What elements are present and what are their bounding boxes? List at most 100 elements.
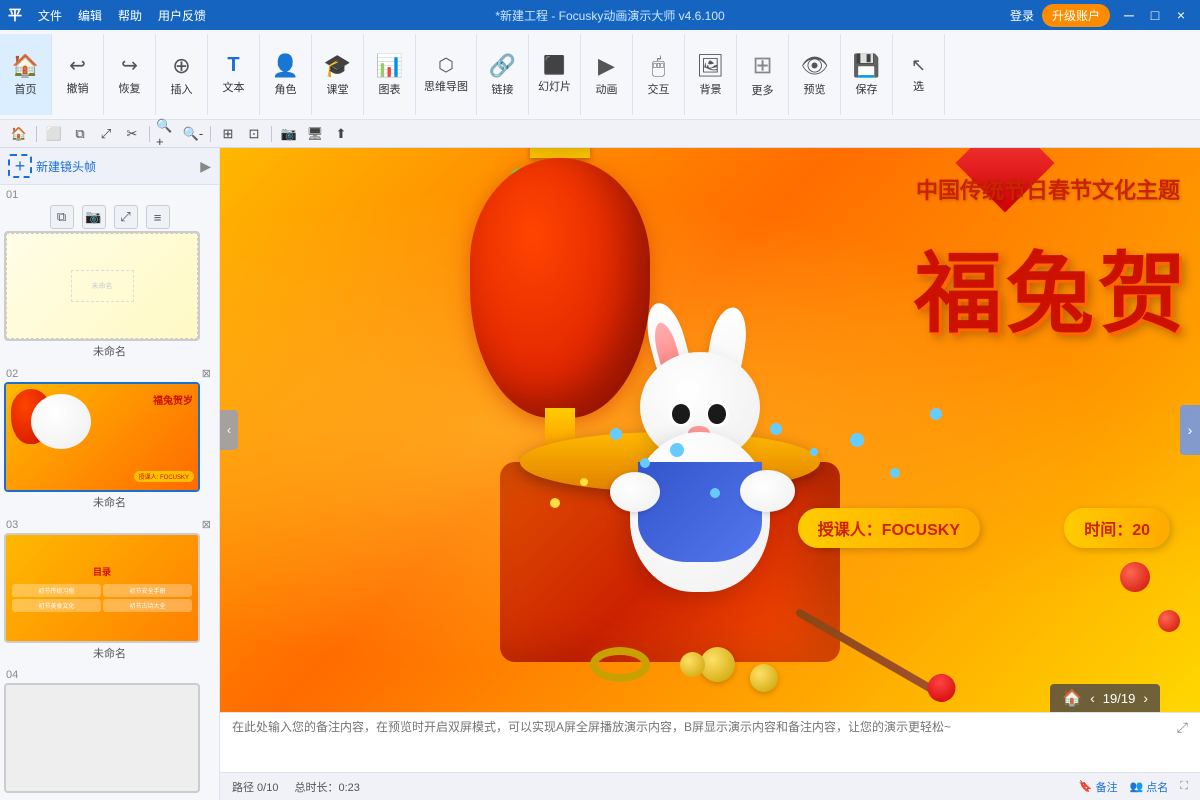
attendance-button[interactable]: 👥 点名 <box>1130 779 1169 795</box>
sec-dist-btn[interactable]: ⊡ <box>243 123 265 145</box>
collapse-panel-button[interactable]: ‹ <box>220 410 238 450</box>
toolbar-animation[interactable]: ▶ 动画 <box>581 34 633 115</box>
toolbar-preview[interactable]: 👁 预览 <box>789 34 841 115</box>
slide-thumbnail-04[interactable] <box>4 683 200 793</box>
toolbar-link[interactable]: 🔗 链接 <box>477 34 529 115</box>
interactive-icon: 🖱 <box>652 53 665 79</box>
sec-export-btn[interactable]: ⬆ <box>330 123 352 145</box>
notes-expand-button[interactable]: ⤢ <box>1177 719 1188 736</box>
sec-home-btn[interactable]: 🏠 <box>8 123 30 145</box>
sec-crop-btn[interactable]: ✂ <box>121 123 143 145</box>
slide-thumbnail-02[interactable]: 福兔贺岁 授课人: FOCUSKY <box>4 382 200 492</box>
dot-12 <box>1120 562 1150 592</box>
menu-feedback[interactable]: 用户反馈 <box>154 5 210 26</box>
slide-list: 01 ⧉ 📷 ⤢ ≡ 未命名 未命名 <box>0 185 219 800</box>
save-icon: 💾 <box>853 53 880 79</box>
canvas-nav-right[interactable]: › <box>1180 405 1200 455</box>
titlebar-left: 平 文件 编辑 帮助 用户反馈 <box>8 5 210 26</box>
slide-expand-01[interactable]: ⤢ <box>114 205 138 229</box>
toolbar-interactive-label: 交互 <box>648 81 670 97</box>
slide-more-01[interactable]: ≡ <box>146 205 170 229</box>
toolbar-chart[interactable]: 📊 图表 <box>364 34 416 115</box>
login-button[interactable]: 登录 <box>1010 7 1034 24</box>
new-frame-button[interactable]: + 新建镜头帧 <box>8 154 96 178</box>
app-logo: 平 <box>8 5 22 25</box>
slide-name-03: 未命名 <box>4 645 215 661</box>
toolbar-more[interactable]: ⊞ 更多 <box>737 34 789 115</box>
slide-thumbnail-03[interactable]: 目录 初节传统习俗 初节安全手册 初节美食文化 初节古诗大全 <box>4 533 200 643</box>
close-button[interactable]: × <box>1170 4 1192 26</box>
menu-help[interactable]: 帮助 <box>114 5 146 26</box>
bookmark-label: 备注 <box>1096 779 1118 795</box>
statusbar-left: 路径 0/10 总时长：0:23 <box>232 779 360 795</box>
toolbar-select[interactable]: ↖ 选 <box>893 34 945 115</box>
minimize-button[interactable]: ─ <box>1118 4 1140 26</box>
toc-title: 目录 <box>93 565 111 578</box>
page-next-button[interactable]: › <box>1143 690 1148 706</box>
notes-input[interactable] <box>232 719 1169 753</box>
bunny-eye-left <box>672 404 690 424</box>
sec-screen-btn[interactable]: 🖥 <box>304 123 326 145</box>
toc-item-0: 初节传统习俗 <box>12 584 101 597</box>
bunny-character <box>600 362 800 592</box>
bookmark-icon: 🔖 <box>1079 780 1093 793</box>
menu-edit[interactable]: 编辑 <box>74 5 106 26</box>
bookmark-button[interactable]: 🔖 备注 <box>1079 779 1118 795</box>
mindmap-icon: ⬡ <box>438 55 454 76</box>
toolbar-mindmap[interactable]: ⬡ 思维导图 <box>416 34 477 115</box>
background-icon: 🖼 <box>697 53 725 79</box>
sec-frame-btn[interactable]: ⬜ <box>43 123 65 145</box>
toolbar-insert-label: 插入 <box>171 81 193 97</box>
slide-thumbnail-01[interactable]: 未命名 <box>4 231 200 341</box>
dot-11 <box>930 408 942 420</box>
panel-collapse-icon[interactable]: ▶ <box>200 158 211 175</box>
toolbar-classroom[interactable]: 🎓 课堂 <box>312 34 364 115</box>
dot-8 <box>890 468 900 478</box>
sec-zoom-out-btn[interactable]: 🔍- <box>182 123 204 145</box>
maximize-button[interactable]: □ <box>1144 4 1166 26</box>
total-duration: 总时长：0:23 <box>294 779 359 795</box>
main-area: + 新建镜头帧 ▶ 01 ⧉ 📷 ⤢ ≡ 未命名 <box>0 148 1200 800</box>
toolbar-interactive[interactable]: 🖱 交互 <box>633 34 685 115</box>
fullscreen-icon[interactable]: ⛶ <box>1180 780 1188 793</box>
page-number-display: 19/19 <box>1103 691 1136 706</box>
canvas-container[interactable]: ‹ <box>220 148 1200 712</box>
sec-zoom-btn[interactable]: ⤢ <box>95 123 117 145</box>
toolbar-undo[interactable]: ↩ 撤销 <box>52 34 104 115</box>
toolbar-home[interactable]: 🏠 首页 <box>0 34 52 115</box>
menu-file[interactable]: 文件 <box>34 5 66 26</box>
statusbar-right: 🔖 备注 👥 点名 ⛶ <box>1079 779 1188 795</box>
toolbar-redo-label: 恢复 <box>119 80 141 96</box>
sec-sep4 <box>271 126 272 142</box>
toc-grid: 初节传统习俗 初节安全手册 初节美食文化 初节古诗大全 <box>12 584 192 612</box>
chart-icon: 📊 <box>376 53 403 79</box>
toolbar-character[interactable]: 👤 角色 <box>260 34 312 115</box>
more-icon: ⊞ <box>752 51 772 80</box>
bunny-paw-left <box>610 472 660 512</box>
page-home-button[interactable]: 🏠 <box>1062 688 1082 708</box>
toolbar-insert[interactable]: ⊕ 插入 <box>156 34 208 115</box>
lantern-top <box>530 148 590 158</box>
slide-number-04: 04 <box>4 669 215 681</box>
bunny-cloth <box>638 462 762 562</box>
attendance-icon: 👥 <box>1130 780 1144 793</box>
toolbar-chart-label: 图表 <box>379 81 401 97</box>
toolbar-text-label: 文本 <box>223 79 245 95</box>
sec-camera-btn[interactable]: 📷 <box>278 123 300 145</box>
sec-copy-btn[interactable]: ⧉ <box>69 123 91 145</box>
toolbar-text[interactable]: T 文本 <box>208 34 260 115</box>
toolbar-save[interactable]: 💾 保存 <box>841 34 893 115</box>
window-controls[interactable]: ─ □ × <box>1118 4 1192 26</box>
animation-icon: ▶ <box>598 53 615 79</box>
toolbar-background[interactable]: 🖼 背景 <box>685 34 737 115</box>
sec-align-btn[interactable]: ⊞ <box>217 123 239 145</box>
slide-screenshot-01[interactable]: 📷 <box>82 205 106 229</box>
slide-copy-01[interactable]: ⧉ <box>50 205 74 229</box>
slide-panel: + 新建镜头帧 ▶ 01 ⧉ 📷 ⤢ ≡ 未命名 <box>0 148 220 800</box>
upgrade-button[interactable]: 升级账户 <box>1042 4 1110 27</box>
toolbar-redo[interactable]: ↪ 恢复 <box>104 34 156 115</box>
toolbar-slide[interactable]: ⬛ 幻灯片 <box>529 34 581 115</box>
sec-zoom-in-btn[interactable]: 🔍+ <box>156 123 178 145</box>
page-prev-button[interactable]: ‹ <box>1090 690 1095 706</box>
toolbar-undo-label: 撤销 <box>67 80 89 96</box>
